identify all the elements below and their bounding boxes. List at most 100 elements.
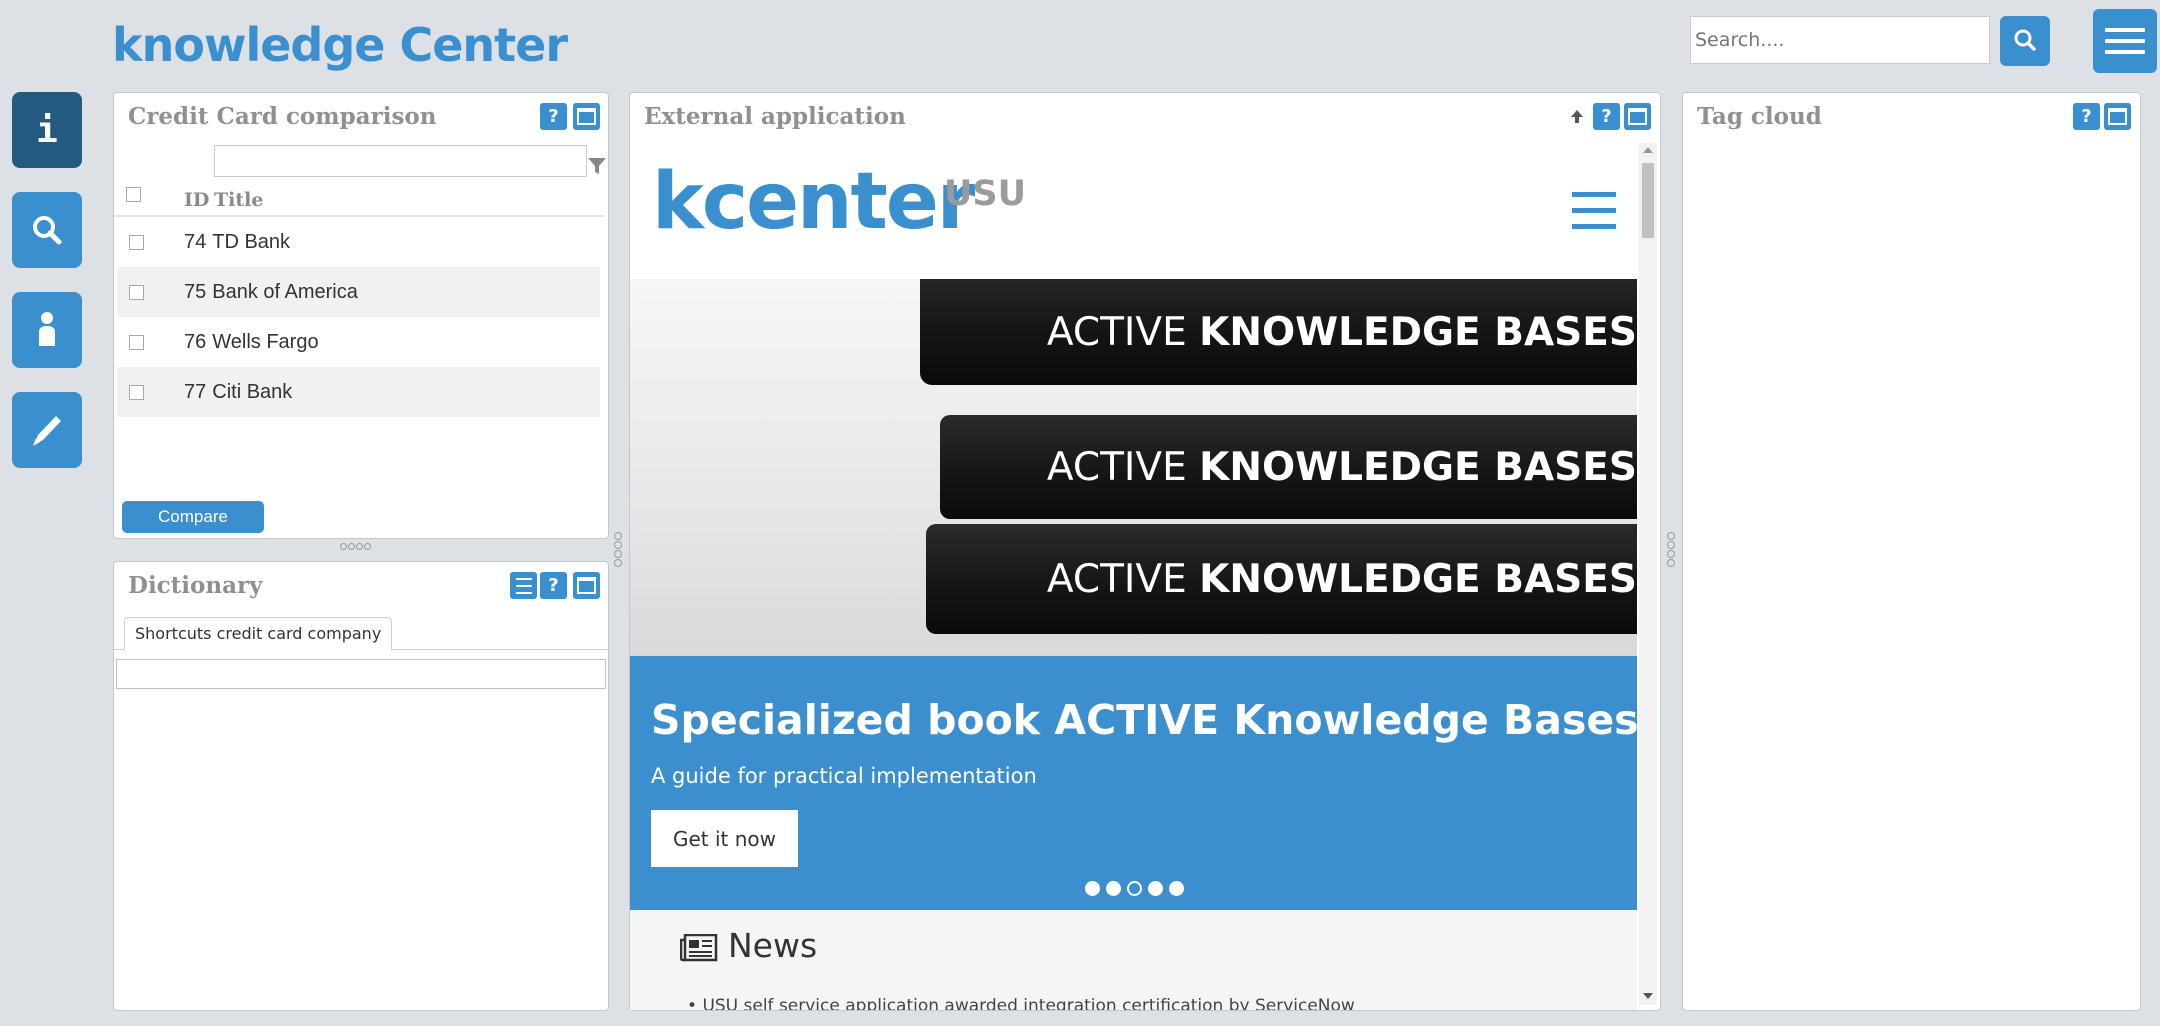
row-id: 76	[184, 330, 207, 353]
compare-button[interactable]: Compare	[122, 501, 264, 533]
main-menu-button[interactable]	[2093, 9, 2157, 73]
maximize-button[interactable]	[573, 572, 600, 599]
book-text-bold: KNOWLEDGE BASES	[1199, 444, 1637, 490]
maximize-button[interactable]	[1624, 103, 1651, 130]
banner-subtitle: A guide for practical implementation	[651, 764, 1037, 788]
news-item[interactable]: • USU self service application awarded i…	[687, 996, 1355, 1010]
info-icon: i	[36, 109, 58, 151]
panel-title: Dictionary	[128, 572, 263, 599]
list-icon	[515, 577, 532, 594]
get-it-now-button[interactable]: Get it now	[651, 810, 798, 867]
hero-image: ACTIVE KNOWLEDGE BASES ACTIVE KNOWLEDGE …	[630, 279, 1637, 656]
tag-cloud-panel: Tag cloud ?	[1682, 92, 2141, 1011]
filter-icon[interactable]	[586, 155, 608, 177]
help-icon: ?	[1601, 106, 1612, 127]
site-logo[interactable]: kcenter	[652, 163, 975, 241]
rail-info-button[interactable]: i	[12, 92, 82, 168]
carousel-dot-1[interactable]	[1085, 881, 1100, 896]
row-checkbox[interactable]	[129, 234, 144, 250]
table-row[interactable]: 77 Citi Bank	[117, 367, 600, 417]
site-menu-button[interactable]	[1572, 192, 1616, 230]
row-checkbox[interactable]	[129, 384, 144, 400]
row-id: 75	[184, 280, 207, 303]
rail-search-button[interactable]	[12, 192, 82, 268]
carousel-dot-5[interactable]	[1169, 881, 1184, 896]
news-item-text[interactable]: USU self service application awarded int…	[702, 996, 1354, 1010]
book-text: ACTIVE KNOWLEDGE BASES	[1047, 445, 1637, 490]
banner-title: Specialized book ACTIVE Knowledge Bases	[651, 696, 1637, 744]
book-text-bold: KNOWLEDGE BASES	[1199, 556, 1637, 602]
news-section: News • USU self service application awar…	[630, 910, 1637, 1010]
hamburger-line	[1572, 208, 1616, 213]
window-icon	[2108, 108, 2127, 125]
window-icon	[577, 577, 596, 594]
select-all-checkbox[interactable]	[126, 187, 141, 202]
app-logo: knowledge Center	[112, 18, 568, 72]
pin-icon[interactable]	[1570, 109, 1584, 125]
row-title: Citi Bank	[212, 380, 293, 403]
row-checkbox[interactable]	[129, 284, 144, 300]
row-checkbox[interactable]	[129, 334, 144, 350]
help-icon: ?	[2081, 106, 2092, 127]
table-row[interactable]: 75 Bank of America	[117, 267, 600, 317]
book-text-light: ACTIVE	[1046, 444, 1187, 490]
dictionary-panel: Dictionary ? Shortcuts credit card compa…	[113, 561, 609, 1011]
carousel-dot-4[interactable]	[1148, 881, 1163, 896]
splitter-handle-horizontal[interactable]	[340, 543, 371, 550]
maximize-button[interactable]	[573, 103, 600, 130]
hamburger-menu-icon	[1572, 192, 1616, 197]
table-header: ID Title	[114, 185, 604, 217]
help-button[interactable]: ?	[1593, 103, 1620, 130]
hamburger-menu-icon	[2105, 28, 2145, 32]
rail-edit-button[interactable]	[12, 392, 82, 468]
tab-shortcuts[interactable]: Shortcuts credit card company	[124, 617, 393, 651]
scrollbar-thumb[interactable]	[1642, 163, 1654, 238]
rail-user-button[interactable]	[12, 292, 82, 368]
splitter-handle-left[interactable]	[614, 532, 622, 567]
help-button[interactable]: ?	[540, 103, 567, 130]
book-spine: ACTIVE KNOWLEDGE BASES	[920, 279, 1637, 385]
column-header-id[interactable]: ID	[184, 189, 209, 211]
carousel-dot-2[interactable]	[1106, 881, 1121, 896]
row-id: 74	[184, 230, 207, 253]
help-button[interactable]: ?	[540, 572, 567, 599]
maximize-button[interactable]	[2104, 103, 2131, 130]
row-title: TD Bank	[212, 230, 291, 253]
person-icon	[39, 312, 55, 346]
scroll-down-icon[interactable]	[1643, 993, 1653, 999]
newspaper-icon	[680, 934, 718, 962]
column-header-title[interactable]: Title	[214, 189, 263, 211]
dictionary-input[interactable]	[116, 659, 606, 689]
search-icon	[33, 216, 62, 245]
filter-input[interactable]	[214, 145, 587, 177]
hamburger-line	[1572, 224, 1616, 229]
credit-card-panel: Credit Card comparison ? ID Title 74 TD …	[113, 92, 609, 539]
hamburger-line	[2105, 39, 2145, 43]
carousel-dot-3[interactable]	[1127, 881, 1142, 896]
row-title: Wells Fargo	[212, 330, 319, 353]
window-icon	[1628, 108, 1647, 125]
book-text: ACTIVE KNOWLEDGE BASES	[1047, 557, 1637, 602]
list-menu-button[interactable]	[510, 572, 537, 599]
book-text-light: ACTIVE	[1046, 309, 1187, 355]
row-title: Bank of America	[212, 280, 358, 303]
scrollbar[interactable]	[1639, 143, 1657, 1005]
splitter-handle-right[interactable]	[1667, 532, 1675, 567]
book-spine: ACTIVE KNOWLEDGE BASES	[940, 415, 1637, 519]
book-spine: ACTIVE KNOWLEDGE BASES	[926, 524, 1637, 634]
search-input[interactable]	[1690, 16, 1990, 64]
promo-banner: Specialized book ACTIVE Knowledge Bases …	[630, 656, 1637, 910]
help-icon: ?	[548, 106, 559, 127]
help-button[interactable]: ?	[2073, 103, 2100, 130]
panel-title: External application	[644, 103, 906, 130]
search-button[interactable]	[2000, 16, 2050, 66]
pencil-icon	[33, 416, 61, 446]
book-text-light: ACTIVE	[1046, 556, 1187, 602]
scroll-up-icon[interactable]	[1643, 147, 1653, 153]
book-text: ACTIVE KNOWLEDGE BASES	[1047, 310, 1637, 355]
window-icon	[577, 108, 596, 125]
table-row[interactable]: 76 Wells Fargo	[117, 317, 600, 367]
news-title: News	[728, 926, 818, 965]
table-row[interactable]: 74 TD Bank	[117, 217, 600, 267]
help-icon: ?	[548, 575, 559, 596]
